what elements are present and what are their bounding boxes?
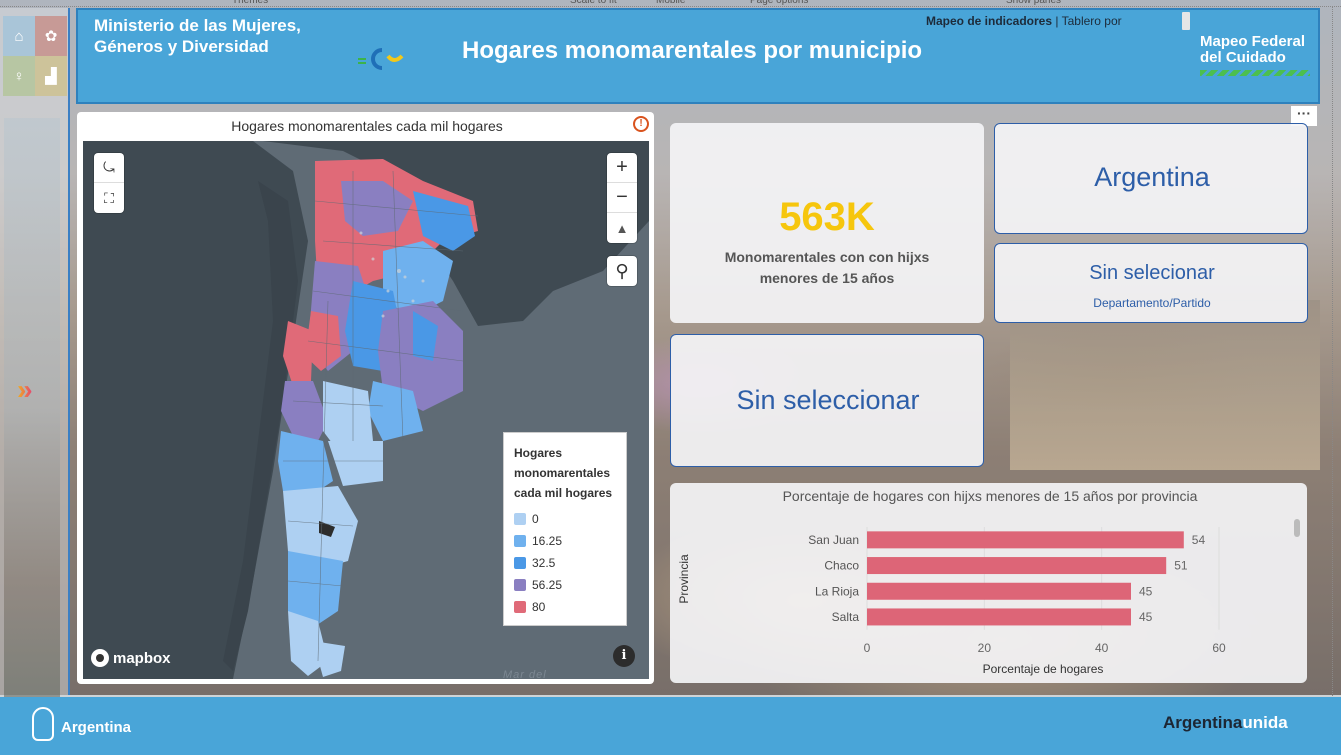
kpi-card: 563K Monomarentales con con hijxs menore… [670, 123, 984, 323]
mapbox-attribution[interactable]: mapbox [91, 649, 171, 667]
department-value: Sin selecionar [1089, 262, 1215, 284]
bar[interactable] [867, 531, 1184, 549]
legend-swatch [514, 535, 526, 547]
legend-label: 16.25 [532, 534, 563, 548]
people-icon[interactable]: ♀ [3, 56, 35, 96]
data-label: 45 [1139, 584, 1153, 598]
bar[interactable] [867, 582, 1131, 600]
legend-item[interactable]: 32.5 [514, 552, 616, 574]
brand-mapeo-federal: Mapeo Federal del Cuidado [1200, 33, 1306, 66]
header-banner: Ministerio de las Mujeres, Géneros y Div… [76, 8, 1320, 104]
care-icon[interactable]: ✿ [35, 16, 67, 56]
department-card[interactable]: Sin selecionar Departamento/Partido [994, 243, 1308, 323]
search-control: ⚲ [607, 256, 637, 286]
category-label: La Rioja [815, 584, 859, 598]
province-bar-chart: Porcentaje de hogares con hijxs menores … [670, 483, 1307, 683]
province-card[interactable]: Sin seleccionar [670, 334, 984, 467]
category-label: Chaco [824, 559, 859, 573]
footer-argentina-unida: Argentinaunida [1163, 713, 1288, 733]
country-label: Argentina [1094, 162, 1210, 192]
legend-item[interactable]: 16.25 [514, 530, 616, 552]
bar[interactable] [867, 557, 1167, 575]
zoom-controls: + − ▲ [607, 153, 637, 243]
legend-item[interactable]: 80 [514, 596, 616, 618]
canvas-border-top [0, 6, 1341, 7]
bar[interactable] [867, 608, 1131, 626]
category-label: Salta [832, 610, 860, 624]
legend-item[interactable]: 0 [514, 508, 616, 530]
kpi-label: Monomarentales con con hijxs menores de … [724, 249, 930, 286]
legend-item[interactable]: 56.25 [514, 574, 616, 596]
footer-bar: Argentina Argentinaunida [0, 697, 1341, 755]
lasso-select-icon[interactable]: ⤿ [94, 153, 124, 183]
rail-photo-strip [4, 118, 60, 698]
x-tick-label: 40 [1095, 641, 1109, 655]
footer-unida-light: unida [1242, 713, 1288, 732]
map-tools: ⤿ ⛶ [94, 153, 124, 213]
legend-swatch [514, 601, 526, 613]
legend-swatch [514, 579, 526, 591]
x-tick-label: 20 [978, 641, 992, 655]
y-axis-label: Provincia [677, 554, 691, 604]
compass-icon[interactable]: ▲ [607, 213, 637, 243]
kpi-value: 563K [779, 195, 875, 239]
legend-swatch [514, 513, 526, 525]
mapbox-logo-icon [91, 649, 109, 667]
zoom-out-button[interactable]: − [607, 183, 637, 213]
link-tablero[interactable]: Tablero por [1062, 14, 1122, 28]
top-links[interactable]: Mapeo de indicadores | Tablero por [926, 14, 1122, 28]
legend-label: 56.25 [532, 578, 563, 592]
home-icon[interactable]: ⌂ [3, 16, 35, 56]
search-icon[interactable]: ⚲ [607, 256, 637, 286]
province-value: Sin seleccionar [736, 385, 920, 415]
sea-label: Mar del [503, 669, 547, 679]
footer-unida-dark: Argentina [1163, 713, 1243, 732]
legend-swatch [514, 557, 526, 569]
chart-scrollbar[interactable] [1294, 519, 1300, 537]
header-scrollbar[interactable] [1182, 12, 1190, 30]
legend-label: 32.5 [532, 556, 556, 570]
left-nav-rail: ⌂ ✿ ♀ ▟ » [0, 8, 70, 698]
info-icon[interactable]: i [613, 645, 635, 667]
map-visual: Hogares monomarentales cada mil hogares … [77, 112, 654, 684]
legend-label: 0 [532, 512, 539, 526]
x-axis-label: Porcentaje de hogares [983, 662, 1104, 676]
government-logo-icon [358, 48, 404, 70]
warning-icon[interactable]: ! [633, 116, 649, 132]
bar-chart-svg[interactable]: 0 20 40 60 San Juan 54 Chaco 51 La Rioja 45 Salta 4… [670, 483, 1307, 683]
expand-chevron-icon[interactable]: » [17, 374, 49, 406]
legend-title: Hogares monomarentales cada mil hogares [514, 446, 613, 500]
rail-icon-grid: ⌂ ✿ ♀ ▟ [3, 16, 67, 96]
legend-rows: 0 16.25 32.5 56.25 80 [514, 508, 616, 618]
x-tick-label: 0 [864, 641, 871, 655]
zoom-in-button[interactable]: + [607, 153, 637, 183]
data-label: 54 [1192, 533, 1206, 547]
brand-stripe [1200, 70, 1310, 76]
legend-label: 80 [532, 600, 546, 614]
map-canvas[interactable]: ⤿ ⛶ + − ▲ ⚲ Hogares monomarentales cada … [83, 141, 649, 679]
footer-argentina: Argentina [61, 719, 132, 736]
canvas-border-right [1332, 6, 1333, 696]
link-separator: | [1052, 14, 1062, 28]
category-label: San Juan [808, 533, 859, 547]
page-title: Hogares monomarentales por municipio [462, 37, 923, 64]
coat-of-arms-icon [32, 707, 54, 741]
ministry-name: Ministerio de las Mujeres, Géneros y Div… [94, 16, 301, 56]
data-label: 45 [1139, 610, 1153, 624]
department-caption: Departamento/Partido [1093, 296, 1211, 310]
map-legend: Hogares monomarentales cada mil hogares … [503, 432, 627, 626]
mapbox-label: mapbox [113, 649, 171, 667]
rectangle-select-icon[interactable]: ⛶ [94, 183, 124, 213]
link-mapeo-indicadores[interactable]: Mapeo de indicadores [926, 14, 1052, 28]
data-label: 51 [1174, 559, 1188, 573]
x-tick-label: 60 [1212, 641, 1226, 655]
country-card[interactable]: Argentina [994, 123, 1308, 234]
map-title: Hogares monomarentales cada mil hogares [231, 118, 503, 134]
bar-chart-icon[interactable]: ▟ [35, 56, 67, 96]
